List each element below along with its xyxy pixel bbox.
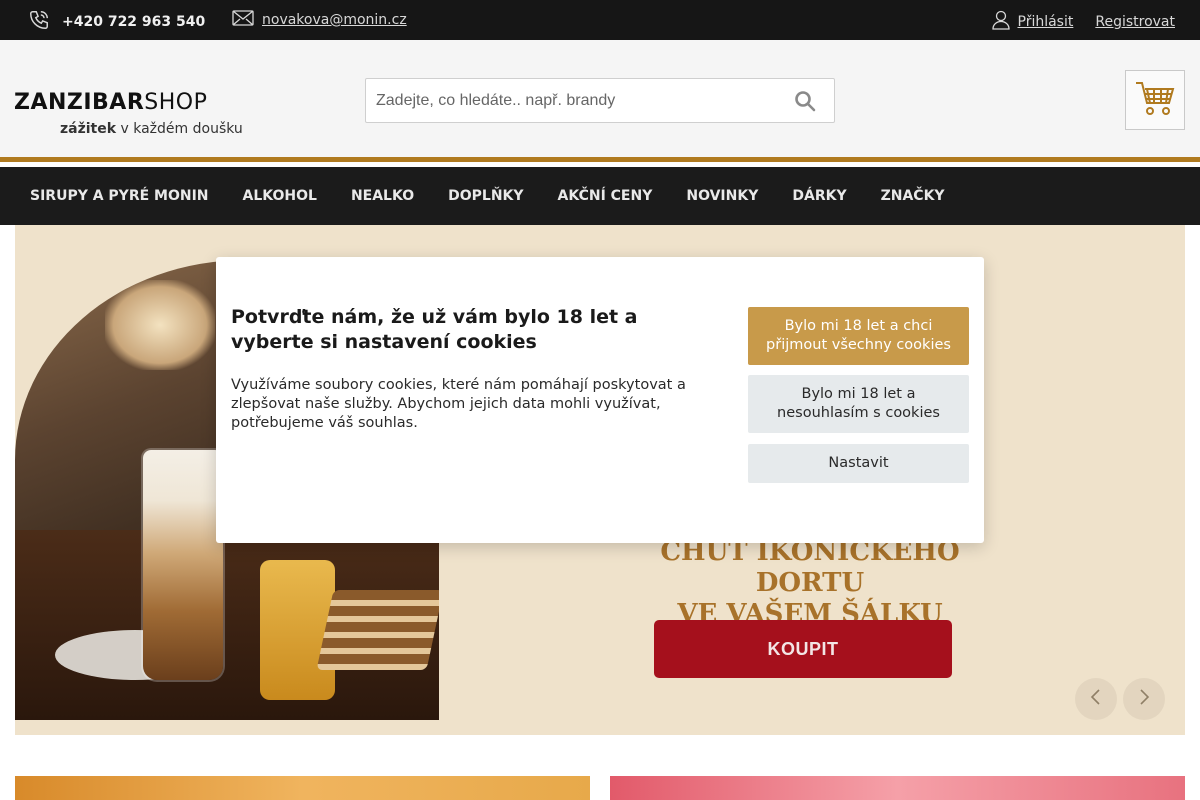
nav-item-sirupy[interactable]: SIRUPY A PYRÉ MONIN: [30, 188, 209, 204]
login-label[interactable]: Přihlásit: [1018, 14, 1074, 30]
promo-banner-left[interactable]: [15, 776, 590, 800]
phone-number: +420 722 963 540: [62, 14, 206, 30]
nav-item-nealko[interactable]: NEALKO: [351, 188, 414, 204]
reject-cookies-button[interactable]: Bylo mi 18 let a nesouhlasím s cookies: [748, 375, 969, 433]
shopping-cart-icon: [1135, 80, 1175, 120]
nav-item-alkohol[interactable]: ALKOHOL: [243, 188, 317, 204]
search-box: [365, 78, 835, 123]
top-bar: +420 722 963 540 novakova@monin.cz Přihl…: [0, 0, 1200, 40]
nav-item-darky[interactable]: DÁRKY: [792, 188, 846, 204]
logo-wordmark: ZANZIBARSHOP: [14, 90, 208, 115]
nav-item-akcni-ceny[interactable]: AKČNÍ CENY: [558, 188, 653, 204]
site-header: ZANZIBARSHOP zážitek v každém doušku: [0, 40, 1200, 162]
user-icon: [991, 10, 1010, 34]
register-link[interactable]: Registrovat: [1095, 14, 1175, 30]
promo-banner-right[interactable]: [610, 776, 1185, 800]
email-contact: novakova@monin.cz: [232, 10, 407, 30]
cookie-consent-dialog: Potvrďte nám, že už vám bylo 18 let a vy…: [216, 257, 984, 543]
nav-item-znacky[interactable]: ZNAČKY: [881, 188, 945, 204]
cookie-settings-button[interactable]: Nastavit: [748, 444, 969, 483]
envelope-icon: [232, 10, 254, 30]
chevron-left-icon: [1090, 689, 1102, 709]
email-link[interactable]: novakova@monin.cz: [262, 12, 407, 28]
search-input[interactable]: [376, 79, 776, 122]
accept-all-cookies-button[interactable]: Bylo mi 18 let a chci přijmout všechny c…: [748, 307, 969, 365]
chevron-right-icon: [1138, 689, 1150, 709]
cart-button[interactable]: [1125, 70, 1185, 130]
cookie-dialog-text: Využíváme soubory cookies, které nám pom…: [231, 377, 686, 431]
site-logo[interactable]: ZANZIBARSHOP zážitek v každém doušku: [14, 90, 243, 137]
login-link[interactable]: Přihlásit: [991, 10, 1074, 34]
hero-headline: CHUŤ IKONICKÉHO DORTU VE VAŠEM ŠÁLKU: [660, 537, 960, 629]
slider-next-button[interactable]: [1123, 678, 1165, 720]
cookie-dialog-title: Potvrďte nám, že už vám bylo 18 let a vy…: [231, 306, 638, 353]
phone-contact[interactable]: +420 722 963 540: [28, 9, 205, 35]
slider-prev-button[interactable]: [1075, 678, 1117, 720]
account-links: Přihlásit Registrovat: [991, 10, 1175, 34]
phone-icon: [28, 9, 50, 35]
main-navigation: SIRUPY A PYRÉ MONIN ALKOHOL NEALKO DOPLŇ…: [0, 167, 1200, 225]
nav-item-novinky[interactable]: NOVINKY: [686, 188, 758, 204]
nav-item-doplnky[interactable]: DOPLŇKY: [448, 188, 523, 204]
logo-tagline: zážitek v každém doušku: [60, 121, 243, 137]
buy-button[interactable]: KOUPIT: [654, 620, 952, 678]
search-icon[interactable]: [794, 90, 816, 112]
